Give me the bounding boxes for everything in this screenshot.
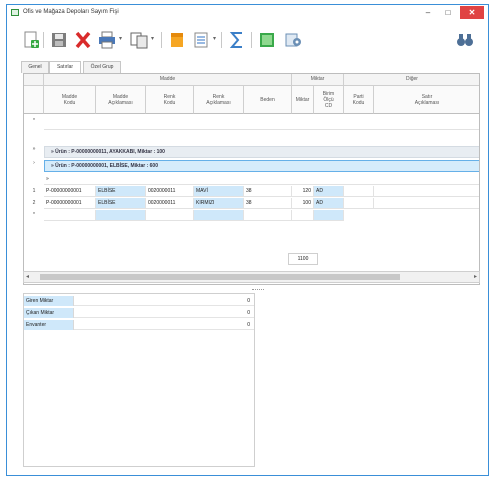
toolbar-separator	[161, 32, 162, 48]
toolbar: ▾ ▾ ▾	[7, 23, 488, 57]
new-document-icon[interactable]	[21, 31, 41, 49]
group-row[interactable]: » Ürün : P-00000000011, AYAKKABI, Miktar…	[44, 146, 479, 158]
summary-value: 0	[247, 310, 250, 316]
app-icon	[11, 9, 19, 16]
image-icon[interactable]	[257, 31, 277, 49]
column-header[interactable]: Parti Kodu	[344, 86, 374, 114]
cell-new[interactable]	[314, 210, 344, 221]
toolbar-separator	[221, 32, 222, 48]
cell-beden[interactable]: 38	[244, 186, 292, 197]
summary-row: Çıkan Miktar 0	[24, 308, 254, 318]
cell-birim[interactable]: AD	[314, 198, 344, 209]
cell-new[interactable]	[146, 210, 194, 221]
panel-splitter[interactable]	[252, 289, 264, 291]
summary-panel: Giren Miktar 0 Çıkan Miktar 0 Envanter 0	[23, 293, 255, 467]
cell-satir-aciklama[interactable]	[374, 186, 479, 197]
cell-renk-kodu[interactable]: 0020000011	[146, 198, 194, 209]
cell-satir-aciklama[interactable]	[374, 198, 479, 209]
summary-row: Envanter 0	[24, 320, 254, 330]
group-row-indicator: ›	[33, 160, 35, 166]
row-indicator-header	[24, 74, 44, 86]
column-header[interactable]: Satır Açıklaması	[374, 86, 479, 114]
cell-miktar[interactable]: 100	[292, 198, 314, 209]
group-header-diger: Diğer	[344, 74, 479, 86]
data-grid: Madde Miktar Diğer Madde Kodu Madde Açık…	[23, 73, 480, 285]
cell-renk-aciklama[interactable]: MAVİ	[194, 186, 244, 197]
group-header-miktar: Miktar	[292, 74, 344, 86]
column-header[interactable]: Birim Ölçü CD	[314, 86, 344, 114]
cell-renk-kodu[interactable]: 0020000011	[146, 186, 194, 197]
row-indicator-col	[24, 86, 44, 114]
new-row[interactable]	[44, 118, 479, 130]
new-row-indicator: *	[33, 118, 35, 124]
summary-value: 0	[247, 322, 250, 328]
binoculars-icon[interactable]	[455, 31, 475, 49]
summary-value: 0	[247, 298, 250, 304]
cell-madde-kodu[interactable]: P-00000000001	[44, 186, 96, 197]
column-header[interactable]: Renk Kodu	[146, 86, 194, 114]
column-header[interactable]: Madde Kodu	[44, 86, 96, 114]
new-row-indicator: *	[33, 212, 35, 218]
column-header[interactable]: Beden	[244, 86, 292, 114]
scroll-left-icon[interactable]: ◂	[26, 273, 29, 280]
close-button[interactable]: ✕	[460, 6, 484, 19]
scroll-thumb[interactable]	[40, 274, 400, 280]
toolbar-separator	[43, 32, 44, 48]
sub-new-row[interactable]: »	[44, 174, 479, 185]
cell-new[interactable]	[244, 210, 292, 221]
note-icon[interactable]	[167, 31, 187, 49]
cell-miktar[interactable]: 120	[292, 186, 314, 197]
cell-madde-kodu[interactable]: P-00000000001	[44, 198, 96, 209]
total-quantity: 1100	[288, 253, 318, 265]
window-title: Ofis ve Mağaza Depoları Sayım Fişi	[23, 9, 119, 15]
cell-parti[interactable]	[344, 198, 374, 209]
list-icon[interactable]	[191, 31, 211, 49]
cell-new[interactable]	[44, 210, 96, 221]
scroll-right-icon[interactable]: ▸	[474, 273, 477, 280]
list-dropdown-icon[interactable]: ▾	[213, 35, 219, 42]
cell-new[interactable]	[96, 210, 146, 221]
summary-label: Çıkan Miktar	[24, 308, 74, 318]
summary-label: Envanter	[24, 320, 74, 330]
summary-label: Giren Miktar	[24, 296, 74, 306]
tab-ozel-grup[interactable]: Özel Grup	[83, 61, 121, 73]
row-number: 1	[32, 188, 36, 194]
copy-dropdown-icon[interactable]: ▾	[151, 35, 157, 42]
summary-row: Giren Miktar 0	[24, 296, 254, 306]
group-header-madde: Madde	[44, 74, 292, 86]
copy-icon[interactable]	[129, 31, 149, 49]
cell-madde-aciklama[interactable]: ELBİSE	[96, 198, 146, 209]
row-number: 2	[32, 200, 36, 206]
sum-icon[interactable]	[227, 31, 247, 49]
group-row[interactable]: » Ürün : P-00000000001, ELBİSE, Miktar :…	[44, 160, 479, 172]
save-icon[interactable]	[49, 31, 69, 49]
cell-renk-aciklama[interactable]: KIRMIZI	[194, 198, 244, 209]
settings-icon[interactable]	[283, 31, 303, 49]
cell-beden[interactable]: 38	[244, 198, 292, 209]
print-icon[interactable]	[97, 31, 117, 49]
maximize-button[interactable]: □	[440, 6, 456, 19]
column-header[interactable]: Miktar	[292, 86, 314, 114]
cell-parti[interactable]	[344, 186, 374, 197]
cell-madde-aciklama[interactable]: ELBİSE	[96, 186, 146, 197]
column-header[interactable]: Renk Açıklaması	[194, 86, 244, 114]
print-dropdown-icon[interactable]: ▾	[119, 35, 125, 42]
cell-birim[interactable]: AD	[314, 186, 344, 197]
main-window: Ofis ve Mağaza Depoları Sayım Fişi – □ ✕…	[6, 4, 489, 476]
group-row-indicator: »	[32, 146, 36, 152]
cell-new[interactable]	[194, 210, 244, 221]
toolbar-separator	[251, 32, 252, 48]
delete-icon[interactable]	[73, 31, 93, 49]
minimize-button[interactable]: –	[420, 6, 436, 19]
column-header[interactable]: Madde Açıklaması	[96, 86, 146, 114]
horizontal-scrollbar[interactable]: ◂ ▸	[23, 271, 480, 283]
title-bar: Ofis ve Mağaza Depoları Sayım Fişi – □ ✕	[7, 5, 488, 21]
cell-new[interactable]	[292, 210, 314, 221]
tab-genel[interactable]: Genel	[21, 61, 49, 73]
